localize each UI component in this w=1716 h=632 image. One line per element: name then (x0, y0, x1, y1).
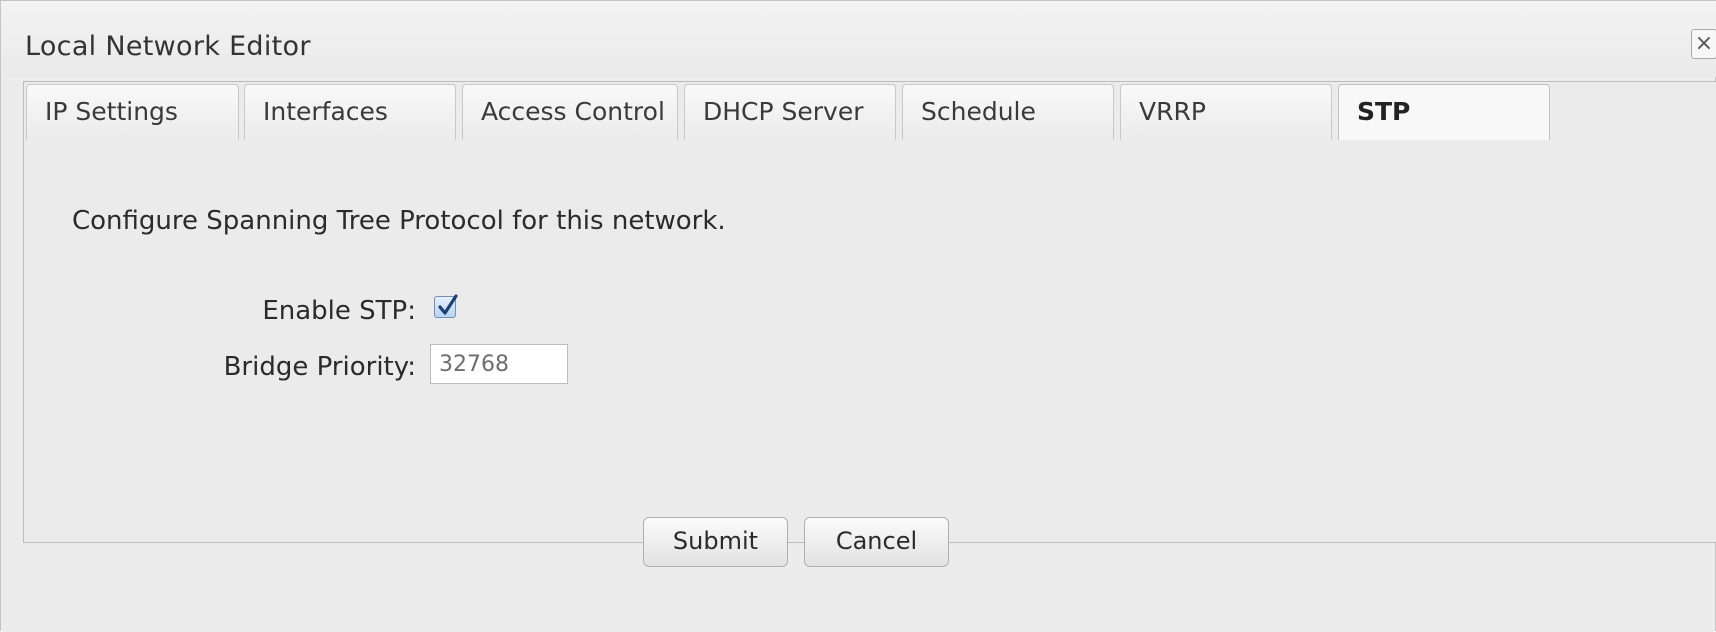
tab-label: IP Settings (45, 97, 178, 126)
dialog-titlebar: Local Network Editor × (1, 1, 1716, 77)
checkmark-icon (438, 294, 458, 315)
enable-stp-label: Enable STP: (262, 296, 416, 326)
bridge-priority-row: Bridge Priority: (24, 346, 416, 386)
dialog-title: Local Network Editor (25, 31, 311, 62)
close-icon: × (1694, 31, 1714, 56)
cancel-button[interactable]: Cancel (804, 517, 949, 567)
bridge-priority-input[interactable] (430, 344, 568, 384)
tab-access-control[interactable]: Access Control (462, 84, 678, 140)
submit-button[interactable]: Submit (643, 517, 788, 567)
close-button[interactable]: × (1691, 29, 1716, 59)
tab-schedule[interactable]: Schedule (902, 84, 1114, 140)
tab-label: VRRP (1139, 97, 1206, 126)
tab-interfaces[interactable]: Interfaces (244, 84, 456, 140)
enable-stp-row: Enable STP: (24, 292, 416, 332)
tab-vrrp[interactable]: VRRP (1120, 84, 1332, 140)
stp-tab-content: Configure Spanning Tree Protocol for thi… (24, 140, 1716, 542)
tab-ip-settings[interactable]: IP Settings (26, 84, 239, 140)
local-network-editor-dialog: Local Network Editor × IP Settings Inter… (0, 0, 1716, 632)
tab-label: DHCP Server (703, 97, 864, 126)
tab-stp[interactable]: STP (1338, 84, 1550, 144)
stp-description: Configure Spanning Tree Protocol for thi… (72, 206, 726, 236)
tab-label: Schedule (921, 97, 1036, 126)
tab-label: Access Control (481, 97, 665, 126)
enable-stp-checkbox[interactable] (434, 294, 458, 318)
tabs-panel: IP Settings Interfaces Access Control DH… (23, 81, 1716, 543)
tab-strip-gutter (1550, 84, 1716, 140)
tab-dhcp-server[interactable]: DHCP Server (684, 84, 896, 140)
tab-label: Interfaces (263, 97, 388, 126)
bridge-priority-label: Bridge Priority: (223, 352, 416, 382)
tab-label: STP (1357, 97, 1411, 126)
tab-strip: IP Settings Interfaces Access Control DH… (24, 82, 1716, 144)
